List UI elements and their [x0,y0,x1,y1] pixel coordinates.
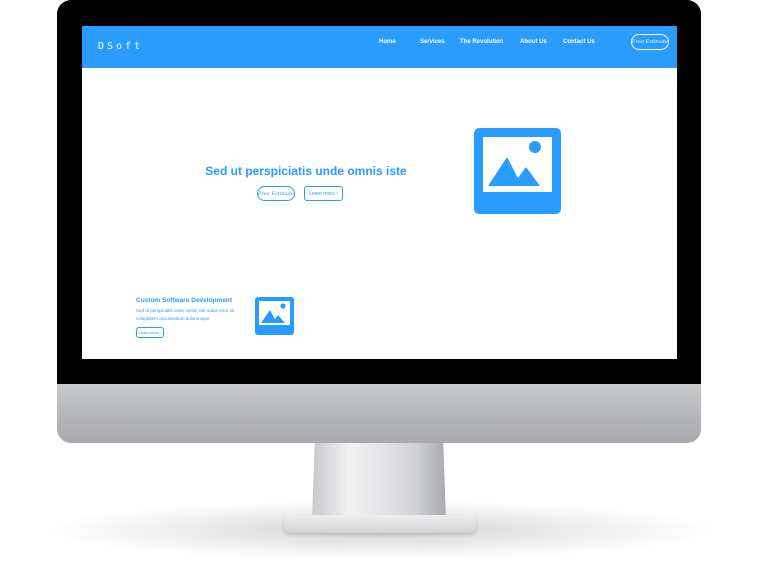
image-placeholder-icon [255,297,294,335]
hero-title: Sed ut perspiciatis unde omnis iste [205,164,407,178]
hero-free-estimate-button[interactable]: Free Estimate [257,186,295,201]
monitor-chin [57,384,701,443]
nav-contact-us[interactable]: Contact Us [563,39,595,45]
header-free-estimate-button[interactable]: Free Estimate [631,34,669,50]
site-header: DSoft Home Services The Revolution About… [82,26,677,68]
nav-the-revolution[interactable]: The Revolution [460,39,503,45]
monitor-stand-neck [312,443,446,521]
hero-learn-more-button[interactable]: Learn more › [304,186,343,201]
nav-services[interactable]: Services [420,39,445,45]
image-placeholder-icon [474,128,561,214]
nav-home[interactable]: Home [379,39,396,45]
service-title: Custom Software Development [136,297,233,304]
nav-about-us[interactable]: About Us [520,39,547,45]
website-screen: DSoft Home Services The Revolution About… [82,26,677,359]
site-logo[interactable]: DSoft [98,41,143,52]
monitor-stand-foot [284,515,476,533]
service-description: Sed ut perspiciatis unde omnis iste natu… [136,308,235,321]
service-learn-more-button[interactable]: Learn more › [136,327,164,338]
